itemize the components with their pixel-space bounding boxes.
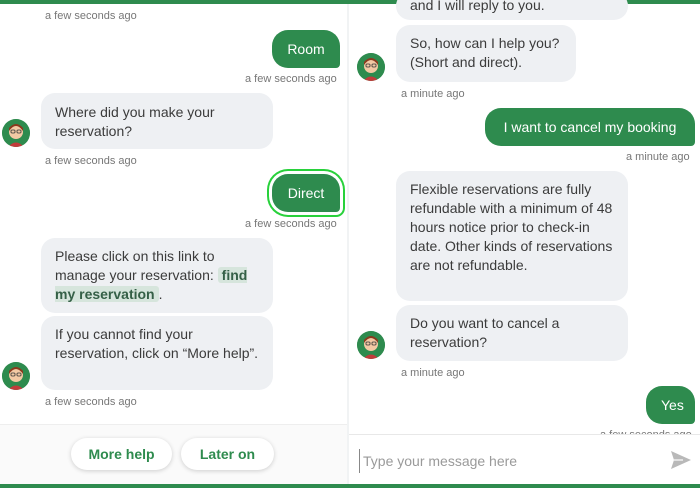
bot-avatar-icon	[357, 53, 385, 81]
message-input[interactable]	[359, 449, 665, 473]
bot-message: So, how can I help you? (Short and direc…	[396, 25, 576, 82]
more-help-button[interactable]: More help	[71, 438, 172, 470]
timestamp: a minute ago	[401, 367, 465, 379]
timestamp: a minute ago	[626, 151, 690, 163]
bottom-accent-bar	[0, 484, 700, 488]
quick-reply-bar	[0, 424, 347, 485]
later-on-button[interactable]: Later on	[181, 438, 274, 470]
send-arrow-icon[interactable]	[669, 449, 693, 471]
bot-avatar-icon	[2, 119, 30, 147]
timestamp: a few seconds ago	[45, 396, 137, 408]
panel-divider	[347, 4, 349, 484]
user-message: I want to cancel my booking	[485, 108, 695, 146]
timestamp: a minute ago	[401, 88, 465, 100]
timestamp: a few seconds ago	[245, 218, 337, 230]
bot-message: If you cannot find your reservation, cli…	[41, 316, 273, 390]
user-message: Yes	[646, 386, 695, 424]
message-text: .	[158, 286, 163, 302]
message-text: Please click on this link to manage your…	[55, 248, 215, 283]
bot-avatar-icon	[2, 362, 30, 390]
bot-message: Flexible reservations are fully refundab…	[396, 171, 628, 301]
timestamp: a few seconds ago	[45, 155, 137, 167]
bot-message-link: Please click on this link to manage your…	[41, 238, 273, 313]
timestamp: a few seconds ago	[45, 10, 137, 22]
bot-avatar-icon	[357, 331, 385, 359]
bot-message-partial: and I will reply to you.	[396, 0, 628, 20]
bot-message: Where did you make your reservation?	[41, 93, 273, 149]
message-composer	[349, 434, 700, 485]
user-message: Room	[272, 30, 340, 68]
timestamp: a few seconds ago	[245, 73, 337, 85]
bot-message: Do you want to cancel a reservation?	[396, 305, 628, 361]
user-message-selected: Direct	[272, 174, 340, 212]
